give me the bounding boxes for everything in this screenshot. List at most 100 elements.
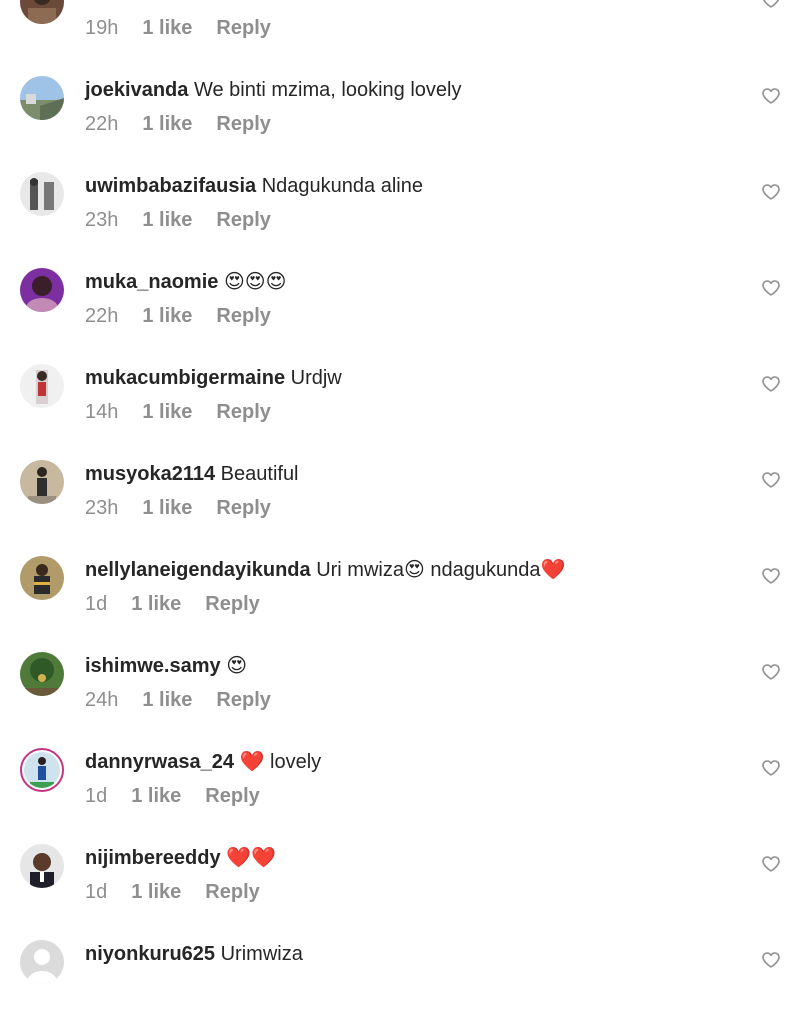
comment-body: nellylaneigendayikunda Uri mwiza😍 ndaguk…	[85, 556, 565, 584]
comment-username[interactable]: nijimbereeddy	[85, 847, 221, 869]
heart-icon[interactable]	[762, 280, 780, 296]
avatar[interactable]	[20, 364, 64, 408]
comment-body: dannyrwasa_24 ❤️ lovely	[85, 748, 321, 776]
avatar[interactable]	[20, 556, 64, 600]
reply-button[interactable]: Reply	[216, 689, 270, 711]
comment-timestamp: 14h	[85, 401, 119, 423]
heart-icon[interactable]	[762, 664, 780, 680]
reply-button[interactable]: Reply	[216, 209, 270, 231]
comment-username[interactable]: mukacumbigermaine	[85, 367, 285, 389]
comment-text: Uri mwiza😍 ndagukunda❤️	[316, 559, 566, 581]
comment-body: mukacumbigermaine Urdjw	[85, 364, 342, 392]
comment-timestamp: 19h	[85, 17, 119, 39]
avatar[interactable]	[20, 940, 64, 984]
comment-meta	[85, 974, 157, 1002]
comment-body: uwimbabazifausia Ndagukunda aline	[85, 172, 423, 200]
comment-item: nijimbereeddy ❤️❤️ 1d 1 like Reply	[0, 844, 800, 940]
comment-body: joekivanda We binti mzima, looking lovel…	[85, 76, 461, 104]
avatar[interactable]	[20, 460, 64, 504]
comment-item: niyonkuru625 Urimwiza	[0, 940, 800, 1036]
heart-icon[interactable]	[762, 0, 780, 8]
avatar[interactable]	[20, 172, 64, 216]
comment-username[interactable]: joekivanda	[85, 79, 188, 101]
heart-icon[interactable]	[762, 952, 780, 968]
like-count[interactable]: 1 like	[142, 689, 192, 711]
avatar[interactable]	[20, 652, 64, 696]
comment-meta: 14h 1 like Reply	[85, 398, 295, 426]
comment-timestamp: 1d	[85, 785, 108, 807]
heart-icon[interactable]	[762, 376, 780, 392]
comment-username[interactable]: ishimwe.samy	[85, 655, 221, 677]
like-count[interactable]: 1 like	[142, 305, 192, 327]
comment-item: ishimwe.samy 😍 24h 1 like Reply	[0, 652, 800, 748]
like-count[interactable]: 1 like	[142, 17, 192, 39]
reply-button[interactable]: Reply	[205, 881, 259, 903]
comment-body: muka_naomie 😍😍😍	[85, 268, 287, 296]
like-count[interactable]: 1 like	[142, 401, 192, 423]
comment-username[interactable]: nellylaneigendayikunda	[85, 559, 311, 581]
comment-meta: 1d 1 like Reply	[85, 782, 284, 810]
avatar[interactable]	[20, 0, 64, 24]
comment-text: ❤️❤️	[226, 847, 276, 869]
comment-meta: 1d 1 like Reply	[85, 590, 284, 618]
comment-item: muka_naomie 😍😍😍 22h 1 like Reply	[0, 268, 800, 364]
comment-username[interactable]: muka_naomie	[85, 271, 218, 293]
comment-meta: 23h 1 like Reply	[85, 206, 295, 234]
comment-username[interactable]: uwimbabazifausia	[85, 175, 256, 197]
comment-text: Urimwiza	[220, 943, 303, 965]
heart-icon[interactable]	[762, 184, 780, 200]
comment-meta: 24h 1 like Reply	[85, 686, 295, 714]
comment-body: musyoka2114 Beautiful	[85, 460, 299, 488]
comment-meta: 23h 1 like Reply	[85, 494, 295, 522]
comment-username[interactable]: musyoka2114	[85, 463, 215, 485]
heart-icon[interactable]	[762, 568, 780, 584]
comment-text: 😍	[226, 655, 248, 677]
avatar[interactable]	[20, 748, 64, 792]
comment-meta: 1d 1 like Reply	[85, 878, 284, 906]
comment-item: dannyrwasa_24 ❤️ lovely 1d 1 like Reply	[0, 748, 800, 844]
like-count[interactable]: 1 like	[142, 497, 192, 519]
comment-timestamp: 1d	[85, 881, 108, 903]
like-count[interactable]: 1 like	[131, 881, 181, 903]
avatar[interactable]	[20, 268, 64, 312]
heart-icon[interactable]	[762, 856, 780, 872]
comment-timestamp: 22h	[85, 113, 119, 135]
comment-item: 19h 1 like Reply	[0, 0, 800, 76]
reply-button[interactable]: Reply	[205, 593, 259, 615]
reply-button[interactable]: Reply	[216, 113, 270, 135]
comment-item: nellylaneigendayikunda Uri mwiza😍 ndaguk…	[0, 556, 800, 652]
comment-timestamp: 1d	[85, 593, 108, 615]
like-count[interactable]: 1 like	[131, 785, 181, 807]
reply-button[interactable]: Reply	[216, 17, 270, 39]
comment-meta: 19h 1 like Reply	[85, 14, 295, 42]
comment-body: niyonkuru625 Urimwiza	[85, 940, 303, 968]
like-count[interactable]: 1 like	[142, 209, 192, 231]
comment-item: joekivanda We binti mzima, looking lovel…	[0, 76, 800, 172]
comment-timestamp: 22h	[85, 305, 119, 327]
like-count[interactable]: 1 like	[142, 113, 192, 135]
comment-timestamp: 24h	[85, 689, 119, 711]
comment-item: mukacumbigermaine Urdjw 14h 1 like Reply	[0, 364, 800, 460]
comment-item: uwimbabazifausia Ndagukunda aline 23h 1 li…	[0, 172, 800, 268]
reply-button[interactable]: Reply	[205, 785, 259, 807]
comment-item: musyoka2114 Beautiful 23h 1 like Reply	[0, 460, 800, 556]
avatar[interactable]	[20, 76, 64, 120]
comment-text: Beautiful	[220, 463, 299, 485]
avatar[interactable]	[20, 844, 64, 888]
heart-icon[interactable]	[762, 88, 780, 104]
like-count[interactable]: 1 like	[131, 593, 181, 615]
reply-button[interactable]: Reply	[216, 305, 270, 327]
comment-body: ishimwe.samy 😍	[85, 652, 247, 680]
comment-text: ❤️ lovely	[239, 751, 322, 773]
comment-username[interactable]: niyonkuru625	[85, 943, 215, 965]
heart-icon[interactable]	[762, 760, 780, 776]
comment-meta: 22h 1 like Reply	[85, 110, 295, 138]
comment-text: 😍😍😍	[223, 271, 287, 293]
reply-button[interactable]: Reply	[216, 401, 270, 423]
comment-username[interactable]: dannyrwasa_24	[85, 751, 234, 773]
comment-timestamp: 23h	[85, 497, 119, 519]
comment-body: nijimbereeddy ❤️❤️	[85, 844, 276, 872]
reply-button[interactable]: Reply	[216, 497, 270, 519]
comment-text: Ndagukunda aline	[261, 175, 423, 197]
heart-icon[interactable]	[762, 472, 780, 488]
